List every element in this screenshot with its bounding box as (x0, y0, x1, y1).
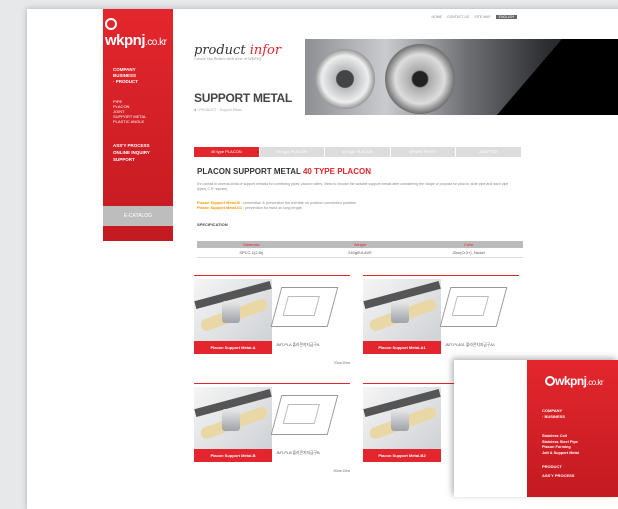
e-catalog-button[interactable]: E-CATALOG (103, 206, 173, 226)
description-text: It's consist fo several kinds of support… (197, 182, 509, 191)
product-code: JMT-PLB 플라콘지지금구B (276, 451, 320, 455)
product-caption: Placon Support Metal-B (194, 449, 272, 462)
sidebar-item-inquiry[interactable]: ONLINE INQUIRY (113, 149, 150, 156)
technical-drawing (270, 287, 339, 327)
contact-link[interactable]: CONTACT US (447, 15, 469, 19)
overlay-page: wkpnj.co.kr COMPANY · BUSINESS Stainless… (454, 360, 618, 497)
hero-image (305, 39, 618, 115)
spec-header-row: Materials Weight Color (197, 241, 523, 248)
overlay-sub-support[interactable]: Jolt & Support Metal (542, 451, 579, 457)
product-card-a1[interactable]: Placon Support Metal-A1 JMT-PLA01 플라콘지지금… (363, 275, 519, 365)
brand-script: product infor Create the Better with new… (194, 43, 282, 61)
globe-icon (545, 376, 555, 386)
top-links: HOME CONTACT US SITE MAP ENGLISH (427, 15, 517, 19)
product-code: JMT-PLA01 플라콘지지금구A1 (445, 343, 495, 347)
page-title: SUPPORT METAL (194, 91, 292, 105)
product-photo (194, 387, 272, 449)
overlay-item-assy[interactable]: ASS'Y PROCESS (542, 471, 574, 480)
tab-60-type[interactable]: 60 type PLACON (259, 147, 325, 157)
spec-table: Materials Weight Color SPCC-1(2.6t) 240g… (197, 241, 523, 258)
sidebar-item-product[interactable]: · PRODUCT (113, 79, 138, 85)
sidebar-item-assy[interactable]: ASS'Y PROCESS (113, 142, 150, 149)
sidebar-sub-plastic-angle[interactable]: PLASTIC ANGLE (113, 119, 146, 124)
product-caption: Placon Support Metal-A1 (363, 341, 441, 354)
product-card-b[interactable]: Placon Support Metal-B JMT-PLB 플라콘지지금구B … (194, 383, 350, 473)
product-code: JMT-PLA 플라콘지지금구A (276, 343, 320, 347)
technical-drawing (439, 287, 508, 327)
product-photo (194, 279, 272, 341)
site-logo[interactable]: wkpnj.co.kr (105, 15, 173, 49)
tab-40-type[interactable]: 40 type PLACON (194, 147, 259, 157)
tab-90-type[interactable]: 90 type PLACON (325, 147, 390, 157)
breadcrumb: ■ › PRODUCT › Support Metal (194, 108, 242, 112)
globe-icon (105, 18, 117, 30)
sitemap-link[interactable]: SITE MAP (474, 15, 490, 19)
overlay-item-business[interactable]: · BUSINESS (542, 414, 565, 420)
technical-drawing (270, 395, 339, 435)
product-photo (363, 279, 441, 341)
sidebar-item-support[interactable]: SUPPORT (113, 156, 150, 163)
spec-label: SPECIFICATION (197, 222, 228, 227)
tab-spare-parts[interactable]: SPARE PARTS (390, 147, 456, 157)
section-heading: PLACON SUPPORT METAL 40 TYPE PLACON (197, 167, 371, 176)
product-caption: Placon Support Metal-B2 (363, 449, 441, 462)
tab-adapter[interactable]: ADAPTER (456, 147, 521, 157)
english-button[interactable]: ENGLISH (495, 15, 517, 19)
table-row: SPCC-1(2.6t) 240g/EA AVE Zinc(Cr3+), Nic… (197, 248, 523, 258)
product-quantity: 50ea/10ea (333, 469, 350, 473)
notes: Placon Support Metal-B : connection & pr… (197, 201, 356, 210)
product-caption: Placon Support Metal-A (194, 341, 272, 354)
overlay-logo[interactable]: wkpnj.co.kr (545, 374, 604, 388)
product-photo (363, 387, 441, 449)
tab-bar: 40 type PLACON 60 type PLACON 90 type PL… (194, 147, 522, 157)
overlay-item-product[interactable]: PRODUCT (542, 462, 574, 471)
home-link[interactable]: HOME (431, 15, 442, 19)
product-quantity: 70ea/10ea (333, 361, 350, 365)
product-card-a[interactable]: Placon Support Metal-A JMT-PLA 플라콘지지금구A … (194, 275, 350, 365)
